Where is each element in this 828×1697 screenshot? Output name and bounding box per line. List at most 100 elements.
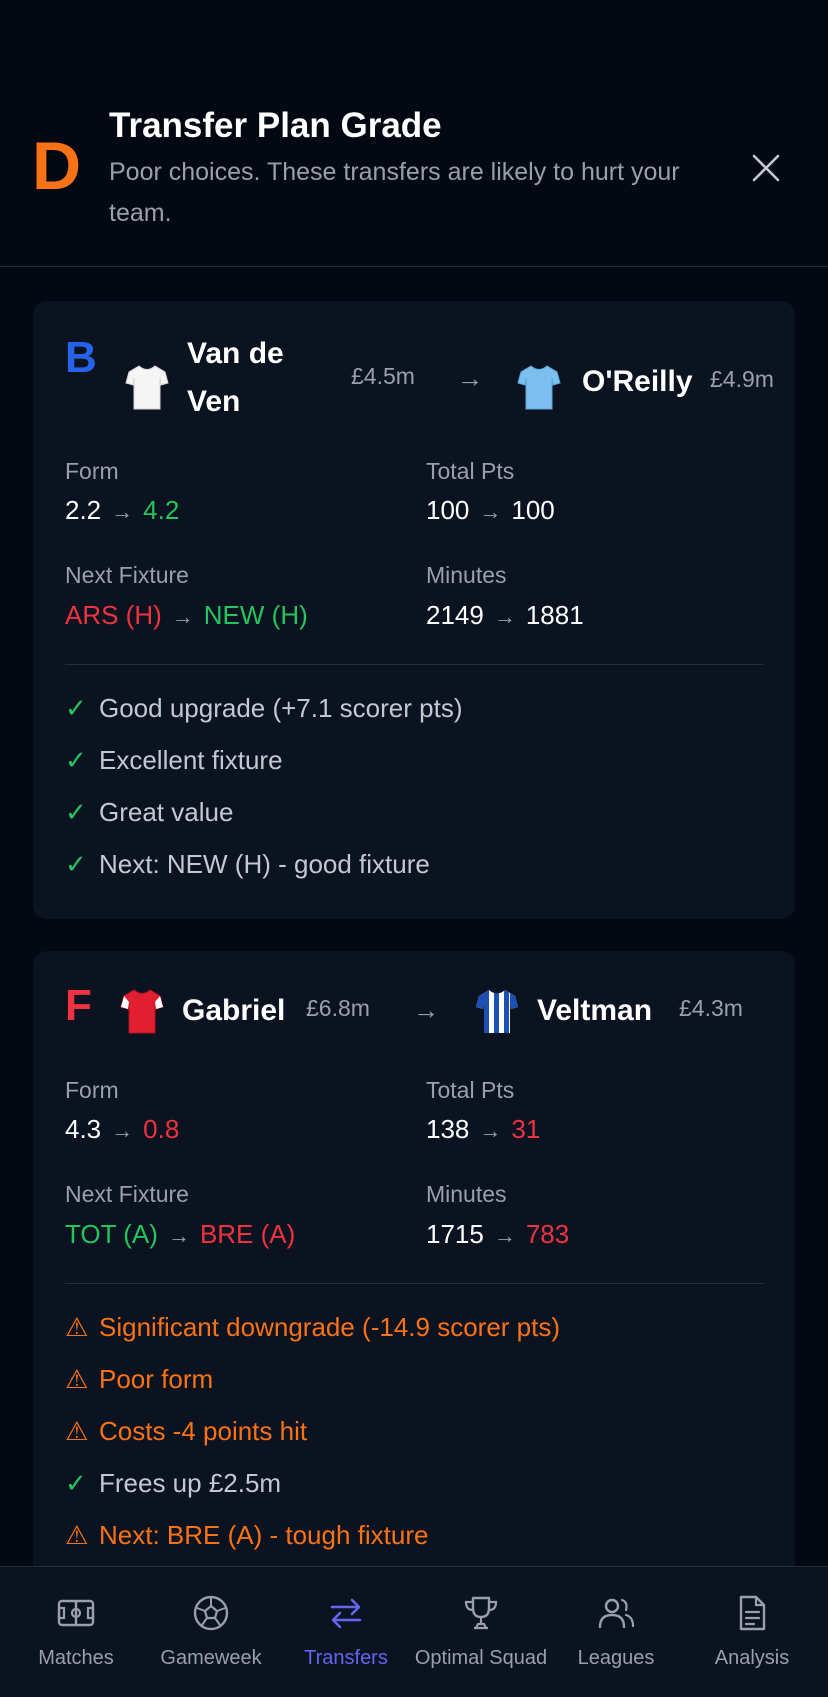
bottom-nav: Matches Gameweek Transfers Optimal Squad… [0, 1566, 828, 1697]
reason-text: Significant downgrade (-14.9 scorer pts) [99, 1312, 561, 1342]
arrow: → [111, 499, 134, 524]
player-out-price: £6.8m [306, 995, 370, 1021]
player-out-price: £4.5m [351, 363, 415, 389]
minutes-values: 2149 → 1881 [426, 598, 584, 634]
form-label: Form [65, 1077, 119, 1103]
transfer-list[interactable]: B Van de Ven £4.5m → O'Reilly £4.9m Form… [0, 268, 828, 1566]
arrow: → [479, 499, 502, 524]
minutes-label: Minutes [426, 1181, 507, 1207]
check-icon: ✓ [65, 849, 87, 879]
nav-optimal-squad[interactable]: Optimal Squad [412, 1567, 550, 1697]
transfer-arrow: → [457, 363, 483, 393]
arrow: → [167, 1223, 190, 1248]
player-out-name-line1: Van de [187, 337, 284, 370]
document-icon [739, 1595, 766, 1631]
total-pts-to: 31 [511, 1114, 541, 1144]
reason-text: Next: NEW (H) - good fixture [99, 849, 430, 879]
check-icon: ✓ [65, 1468, 87, 1498]
nav-label: Transfers [304, 1647, 388, 1669]
warning-icon: ⚠ [65, 1416, 89, 1446]
warning-icon: ⚠ [65, 1312, 89, 1342]
reason-item: ✓ Excellent fixture [65, 743, 283, 777]
reason-text: Costs -4 points hit [99, 1416, 308, 1446]
nav-label: Gameweek [160, 1647, 262, 1669]
reason-text: Next: BRE (A) - tough fixture [99, 1520, 429, 1550]
header-title: Transfer Plan Grade [109, 106, 442, 145]
total-pts-label: Total Pts [426, 1077, 515, 1103]
next-fixture-label: Next Fixture [65, 1181, 189, 1207]
sky-blue-shirt-icon [517, 365, 561, 410]
fixture-from: ARS (H) [65, 600, 162, 630]
close-button[interactable] [748, 150, 784, 186]
fixture-from: TOT (A) [65, 1219, 158, 1249]
nav-label: Matches [38, 1647, 114, 1669]
transfer-arrow: → [413, 995, 439, 1025]
player-in-price: £4.9m [710, 366, 774, 392]
reason-text: Excellent fixture [99, 745, 283, 775]
reason-text: Frees up £2.5m [99, 1468, 282, 1498]
arrow: → [171, 604, 194, 629]
total-pts-values: 138 → 31 [426, 1112, 540, 1148]
form-values: 2.2 → 4.2 [65, 493, 179, 529]
next-fixture-label: Next Fixture [65, 562, 189, 588]
reason-text: Great value [99, 797, 234, 827]
football-icon [193, 1595, 229, 1631]
minutes-from: 2149 [426, 600, 484, 630]
check-icon: ✓ [65, 797, 87, 827]
nav-label: Leagues [577, 1647, 655, 1669]
trophy-icon [464, 1596, 498, 1630]
pitch-icon [57, 1599, 95, 1627]
nav-analysis[interactable]: Analysis [683, 1567, 821, 1697]
transfer-grade: F [65, 981, 92, 1030]
player-in-price: £4.3m [679, 995, 743, 1021]
player-out-name[interactable]: Gabriel [182, 986, 285, 1036]
transfer-grade: B [65, 333, 97, 382]
header-description: Poor choices. These transfers are likely… [109, 158, 680, 227]
minutes-to: 1881 [525, 600, 584, 630]
minutes-to: 783 [525, 1219, 570, 1249]
arrow: → [111, 1118, 134, 1143]
check-icon: ✓ [65, 693, 87, 723]
reason-item: ✓ Frees up £2.5m [65, 1466, 281, 1500]
reason-item: ✓ Next: NEW (H) - good fixture [65, 847, 430, 881]
total-pts-label: Total Pts [426, 458, 515, 484]
form-to: 4.2 [143, 495, 180, 525]
minutes-from: 1715 [426, 1219, 484, 1249]
total-pts-values: 100 → 100 [426, 493, 555, 529]
check-icon: ✓ [65, 745, 87, 775]
reason-item: ⚠ Costs -4 points hit [65, 1414, 307, 1448]
player-out-name-line2: Ven [187, 385, 241, 418]
card-divider [65, 664, 763, 665]
warning-icon: ⚠ [65, 1364, 89, 1394]
arrow: → [493, 1223, 516, 1248]
reason-item: ⚠ Significant downgrade (-14.9 scorer pts… [65, 1310, 560, 1344]
arrow: → [479, 1118, 502, 1143]
nav-gameweek[interactable]: Gameweek [142, 1567, 280, 1697]
reason-item: ✓ Good upgrade (+7.1 scorer pts) [65, 691, 462, 725]
form-values: 4.3 → 0.8 [65, 1112, 179, 1148]
total-pts-to: 100 [511, 495, 555, 525]
player-in-name[interactable]: Veltman [537, 986, 652, 1036]
warning-icon: ⚠ [65, 1520, 89, 1550]
minutes-values: 1715 → 783 [426, 1217, 569, 1253]
minutes-label: Minutes [426, 562, 507, 588]
red-shirt-icon [120, 989, 164, 1034]
close-icon [752, 154, 780, 182]
nav-label: Optimal Squad [414, 1647, 548, 1669]
arrow: → [493, 604, 516, 629]
nav-leagues[interactable]: Leagues [547, 1567, 685, 1697]
form-label: Form [65, 458, 119, 484]
nav-transfers[interactable]: Transfers [277, 1567, 415, 1697]
nav-matches[interactable]: Matches [7, 1567, 145, 1697]
player-in-name[interactable]: O'Reilly [582, 357, 693, 407]
fixture-to: BRE (A) [199, 1219, 296, 1249]
reason-item: ⚠ Poor form [65, 1362, 213, 1396]
next-fixture-values: TOT (A) → BRE (A) [65, 1217, 295, 1253]
transfer-card: F Gabriel £6.8m → Veltman £4.3m Form 4.3… [33, 951, 795, 1566]
swap-arrows-icon [330, 1598, 362, 1629]
total-pts-from: 100 [426, 495, 470, 525]
player-out-name[interactable]: Van de Ven [187, 330, 284, 426]
white-shirt-icon [125, 365, 169, 410]
reason-text: Good upgrade (+7.1 scorer pts) [99, 693, 463, 723]
fixture-to: NEW (H) [203, 600, 308, 630]
